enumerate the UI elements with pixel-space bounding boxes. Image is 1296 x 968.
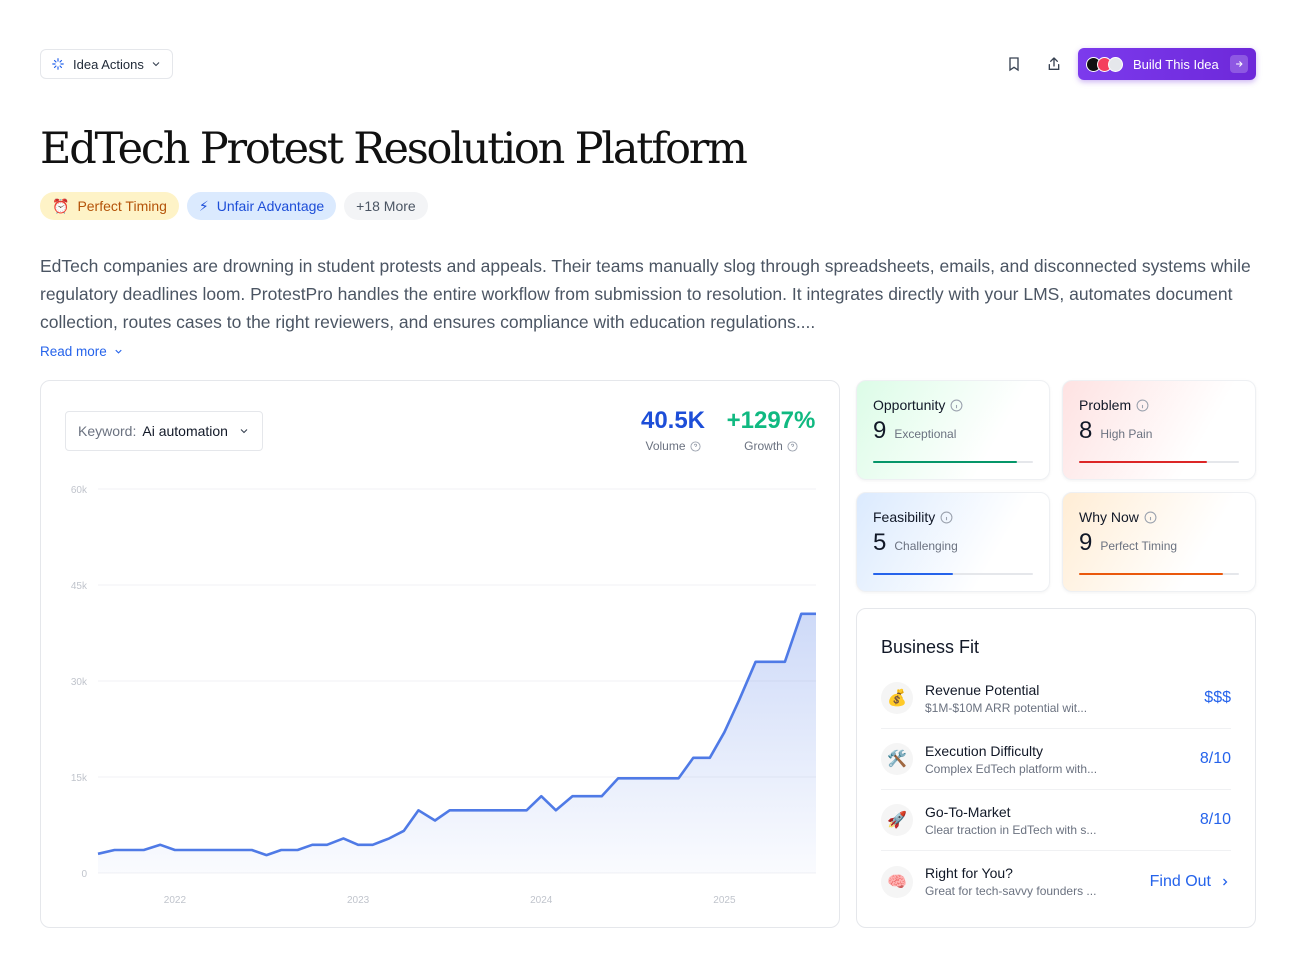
- fit-value: 8/10: [1199, 750, 1231, 767]
- alarm-clock-icon: ⏰: [52, 197, 70, 214]
- tag-unfair-advantage[interactable]: ⚡ Unfair Advantage: [186, 192, 337, 220]
- money-bag-icon: 💰: [881, 682, 913, 714]
- score-track: [873, 573, 1033, 575]
- score-sub: Challenging: [894, 539, 958, 553]
- info-icon[interactable]: [1144, 511, 1157, 524]
- fit-sub: $1M-$10M ARR potential wit...: [925, 700, 1088, 715]
- sparkle-icon: [52, 58, 64, 70]
- lightning-icon: ⚡: [198, 197, 209, 214]
- tool-avatars: [1086, 56, 1123, 72]
- tag-list: ⏰ Perfect Timing ⚡ Unfair Advantage +18 …: [40, 192, 428, 220]
- score-value: 9: [1079, 529, 1093, 556]
- score-fill: [1079, 461, 1207, 463]
- score-card-problem[interactable]: Problem 8 High Pain: [1062, 380, 1256, 480]
- score-label: Problem: [1079, 397, 1132, 413]
- score-track: [873, 461, 1033, 463]
- bookmark-button[interactable]: [1004, 54, 1024, 74]
- fit-sub: Complex EdTech platform with...: [925, 761, 1098, 776]
- tag-perfect-timing[interactable]: ⏰ Perfect Timing: [40, 192, 179, 220]
- brain-icon: 🧠: [881, 865, 913, 898]
- fit-sub: Great for tech-savvy founders ...: [925, 884, 1097, 898]
- score-fill: [873, 461, 1017, 463]
- fit-value: 8/10: [1199, 811, 1231, 828]
- chevron-right-icon: [1223, 878, 1228, 885]
- y-tick-label: 0: [81, 869, 87, 880]
- score-card-feasibility[interactable]: Feasibility 5 Challenging: [856, 492, 1050, 592]
- find-out-link[interactable]: Find Out: [1150, 873, 1231, 891]
- tag-label: +18 More: [356, 198, 416, 214]
- score-fill: [873, 573, 953, 575]
- trend-chart: 60k 45k 30k 15k 0 2022 2023 2024 2025: [71, 485, 816, 906]
- idea-description: EdTech companies are drowning in student…: [40, 256, 1251, 332]
- y-tick-label: 60k: [71, 485, 88, 496]
- score-sub: Exceptional: [894, 427, 957, 441]
- rocket-icon: 🚀: [881, 804, 913, 836]
- read-more-label: Read more: [40, 344, 107, 359]
- fit-name: Right for You?: [925, 865, 1013, 881]
- info-icon[interactable]: [1136, 399, 1149, 412]
- y-tick-label: 45k: [71, 581, 88, 592]
- score-label: Feasibility: [873, 509, 936, 525]
- build-this-idea-button[interactable]: Build This Idea: [1078, 48, 1256, 80]
- build-label: Build This Idea: [1133, 56, 1219, 72]
- tools-icon: 🛠️: [881, 743, 913, 775]
- score-track: [1079, 573, 1239, 575]
- x-tick-label: 2025: [713, 895, 736, 906]
- fit-name: Go-To-Market: [925, 803, 1011, 820]
- fit-row-go-to-market[interactable]: 🚀 Go-To-Market Clear traction in EdTech …: [881, 790, 1231, 851]
- fit-row-execution[interactable]: 🛠️ Execution Difficulty Complex EdTech p…: [881, 729, 1231, 790]
- y-tick-label: 30k: [71, 677, 88, 688]
- score-fill: [1079, 573, 1223, 575]
- share-icon: [1048, 57, 1060, 70]
- score-value: 5: [873, 529, 887, 556]
- page-title: EdTech Protest Resolution Platform: [40, 124, 748, 174]
- read-more-link[interactable]: Read more: [40, 344, 124, 359]
- tag-label: Perfect Timing: [77, 198, 167, 214]
- chevron-down-icon: [115, 349, 122, 354]
- score-value: 9: [873, 417, 887, 444]
- score-card-why-now[interactable]: Why Now 9 Perfect Timing: [1062, 492, 1256, 592]
- x-tick-label: 2024: [530, 895, 553, 906]
- info-icon[interactable]: [950, 399, 963, 412]
- score-value: 8: [1079, 417, 1093, 444]
- score-card-opportunity[interactable]: Opportunity 9 Exceptional: [856, 380, 1050, 480]
- bookmark-icon: [1009, 57, 1019, 72]
- fit-name: Revenue Potential: [925, 681, 1040, 698]
- tag-more[interactable]: +18 More: [344, 192, 428, 220]
- fit-value: $$$: [1204, 689, 1231, 706]
- trend-chart-card: Keyword: Ai automation 40.5K Volume +129…: [40, 380, 840, 928]
- y-tick-label: 15k: [71, 773, 88, 784]
- series-area: [98, 613, 816, 873]
- avatar: [1108, 56, 1123, 72]
- score-sub: High Pain: [1100, 427, 1153, 441]
- find-out-label: Find Out: [1149, 872, 1211, 890]
- chevron-down-icon: [152, 62, 160, 67]
- idea-actions-dropdown[interactable]: Idea Actions: [40, 49, 173, 79]
- fit-row-revenue[interactable]: 💰 Revenue Potential $1M-$10M ARR potenti…: [881, 668, 1231, 729]
- arrow-right-icon: [1230, 55, 1248, 73]
- score-label: Why Now: [1079, 509, 1139, 525]
- fit-row-right-for-you[interactable]: 🧠 Right for You? Great for tech-savvy fo…: [881, 851, 1231, 912]
- tag-label: Unfair Advantage: [216, 198, 325, 214]
- fit-name: Execution Difficulty: [925, 742, 1044, 759]
- idea-actions-label: Idea Actions: [73, 56, 144, 72]
- score-label: Opportunity: [873, 397, 946, 413]
- business-fit-card: Business Fit 💰 Revenue Potential $1M-$10…: [856, 608, 1256, 928]
- x-tick-label: 2022: [164, 895, 187, 906]
- score-track: [1079, 461, 1239, 463]
- score-sub: Perfect Timing: [1100, 539, 1178, 553]
- share-button[interactable]: [1044, 54, 1064, 74]
- info-icon[interactable]: [940, 511, 953, 524]
- fit-sub: Clear traction in EdTech with s...: [925, 822, 1097, 837]
- business-fit-title: Business Fit: [881, 637, 980, 657]
- x-tick-label: 2023: [347, 895, 370, 906]
